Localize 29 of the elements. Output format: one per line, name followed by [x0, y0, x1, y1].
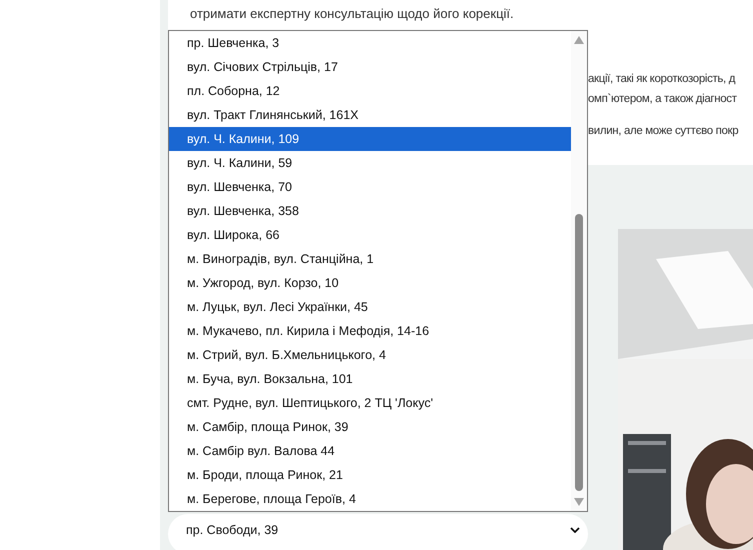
dropdown-option[interactable]: м. Самбір, площа Ринок, 39: [169, 415, 571, 439]
dropdown-option[interactable]: м. Самбір вул. Валова 44: [169, 439, 571, 463]
dropdown-option[interactable]: пр. Шевченка, 3: [169, 31, 571, 55]
dropdown-option[interactable]: вул. Січових Стрільців, 17: [169, 55, 571, 79]
dropdown-option[interactable]: м. Броди, площа Ринок, 21: [169, 463, 571, 487]
dropdown-option[interactable]: м. Буча, вул. Вокзальна, 101: [169, 367, 571, 391]
dropdown-option[interactable]: м. Виноградів, вул. Станційна, 1: [169, 247, 571, 271]
dropdown-option[interactable]: м. Берегове, площа Героїв, 4: [169, 487, 571, 511]
scroll-down-icon[interactable]: [574, 498, 584, 506]
paragraph-text: омп`ютером, а також діагност: [588, 92, 738, 107]
location-select[interactable]: пр. Свободи, 39: [168, 514, 588, 550]
dropdown-option[interactable]: вул. Шевченка, 358: [169, 199, 571, 223]
scroll-up-icon[interactable]: [574, 36, 584, 44]
paragraph-text: вилин, але може суттєво покр: [588, 124, 738, 139]
dropdown-option[interactable]: м. Ужгород, вул. Корзо, 10: [169, 271, 571, 295]
dropdown-option[interactable]: вул. Тракт Глинянський, 161Х: [169, 103, 571, 127]
dropdown-option[interactable]: м. Луцьк, вул. Лесі Українки, 45: [169, 295, 571, 319]
dropdown-option[interactable]: смт. Рудне, вул. Шептицького, 2 ТЦ 'Локус': [169, 391, 571, 415]
dropdown-option[interactable]: м. Стрий, вул. Б.Хмельницького, 4: [169, 343, 571, 367]
dropdown-option[interactable]: вул. Шевченка, 70: [169, 175, 571, 199]
dropdown-option[interactable]: м. Мукачево, пл. Кирила і Мефодія, 14-16: [169, 319, 571, 343]
chevron-down-icon: [570, 527, 580, 533]
dropdown-option[interactable]: вул. Ч. Калини, 109: [169, 127, 571, 151]
paragraph-text: отримати експертну консультацію щодо його корекції.: [190, 6, 515, 21]
paragraph-text: акції, такі як короткозорість, д: [588, 72, 736, 87]
dropdown-option[interactable]: вул. Широка, 66: [169, 223, 571, 247]
dropdown-option[interactable]: вул. Ч. Калини, 59: [169, 151, 571, 175]
scrollbar-thumb[interactable]: [575, 214, 583, 491]
dropdown-option[interactable]: пл. Соборна, 12: [169, 79, 571, 103]
